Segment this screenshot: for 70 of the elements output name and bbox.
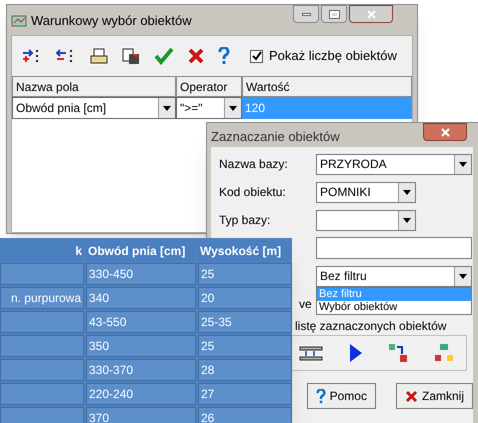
help-icon[interactable]: [218, 47, 230, 65]
dropdown-arrow-button[interactable]: [454, 154, 471, 174]
table-cell: n. purpurowa: [0, 287, 84, 309]
column-header: Wysokość [m]: [198, 240, 292, 261]
dropdown-arrow-button[interactable]: [454, 266, 471, 286]
app-icon: [11, 14, 27, 28]
nodes-icon[interactable]: [434, 343, 454, 363]
operator-combo[interactable]: ">=": [176, 97, 242, 119]
table-cell: 26: [198, 407, 292, 423]
maximize-button[interactable]: [321, 5, 347, 23]
table-cell: 27: [198, 383, 292, 405]
dialog-button[interactable]: Zamknij: [396, 383, 473, 409]
table-cell: 330-450: [86, 263, 196, 285]
play-icon[interactable]: [350, 344, 362, 362]
table-cell: 350: [86, 335, 196, 357]
dialog-button[interactable]: Pomoc: [306, 383, 376, 409]
table-cell: 370: [86, 407, 196, 423]
checkmark-icon[interactable]: [154, 47, 174, 65]
column-header: k: [0, 240, 84, 261]
cross-icon[interactable]: [188, 48, 204, 64]
table-cell: 25: [198, 263, 292, 285]
dropdown-combo[interactable]: [316, 210, 416, 230]
close-icon: [366, 10, 376, 18]
dropdown-arrow-button[interactable]: [158, 98, 175, 118]
field-label: Typ bazy:: [219, 213, 270, 227]
caret-icon: [163, 106, 171, 110]
minimize-button[interactable]: [293, 5, 319, 23]
dropdown-arrow-button[interactable]: [398, 210, 415, 230]
nodes-icon[interactable]: [388, 343, 408, 363]
option-text: ve: [299, 296, 312, 313]
table-cell: 43-550: [86, 311, 196, 333]
cross-icon: [404, 390, 418, 402]
check-icon: [252, 51, 262, 61]
column-header: Operator: [176, 76, 242, 97]
caret-icon: [459, 162, 467, 166]
caret-icon: [403, 190, 411, 194]
window-title: Zaznaczanie obiektów: [210, 128, 340, 146]
field-label: Nazwa bazy:: [219, 157, 288, 171]
bars-icon[interactable]: [298, 345, 324, 361]
table-cell: 330-370: [86, 359, 196, 381]
dropdown-combo[interactable]: POMNIKI: [316, 182, 416, 202]
field-name-combo[interactable]: Obwód pnia [cm]: [12, 97, 176, 119]
caret-icon: [459, 274, 467, 278]
dropdown-arrow-button[interactable]: [398, 182, 415, 202]
column-header: Wartość: [242, 76, 412, 97]
table-cell: 28: [198, 359, 292, 381]
close-button[interactable]: [423, 123, 467, 141]
window-title: Warunkowy wybór obiektów: [31, 12, 192, 30]
close-icon: [440, 128, 450, 136]
text-input-field[interactable]: [316, 237, 472, 259]
close-button[interactable]: [349, 5, 393, 23]
print-icon[interactable]: [90, 48, 108, 64]
table-cell: 25-35: [198, 311, 292, 333]
save-document-icon[interactable]: [122, 48, 140, 64]
dropdown-combo[interactable]: PRZYRODA: [316, 154, 472, 174]
caret-icon: [403, 218, 411, 222]
dropdown-option[interactable]: Wybór obiektów: [317, 301, 471, 314]
column-header: Nazwa pola: [12, 76, 176, 97]
dropdown-combo[interactable]: Bez filtru: [316, 266, 472, 286]
table-cell: 340: [86, 287, 196, 309]
dropdown-arrow-button[interactable]: [224, 98, 241, 118]
option-text: listę zaznaczonych obiektów: [295, 318, 446, 335]
column-header: Obwód pnia [cm]: [86, 240, 196, 261]
table-cell: 25: [198, 335, 292, 357]
field-label: Kod obiektu:: [219, 185, 286, 199]
show-count-checkbox[interactable]: Pokaż liczbę obiektów: [250, 46, 397, 66]
table-cell: 220-240: [86, 383, 196, 405]
caret-icon: [229, 106, 237, 110]
table-cell: 20: [198, 287, 292, 309]
help-icon: [316, 388, 326, 404]
